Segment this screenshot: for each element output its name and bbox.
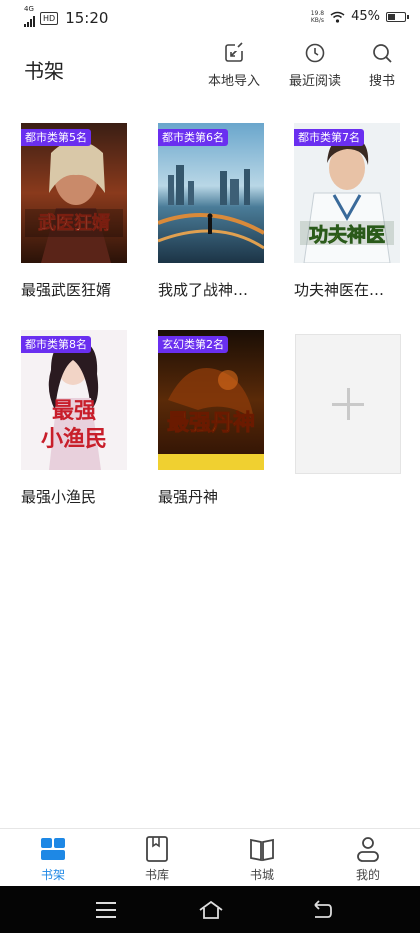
signal-icon — [24, 15, 35, 27]
battery-percent: 45% — [351, 9, 380, 24]
user-icon — [357, 837, 379, 862]
book-title[interactable]: 我成了战神… — [158, 279, 264, 300]
open-book-icon — [250, 838, 274, 862]
back-icon[interactable] — [310, 898, 334, 922]
battery-icon — [386, 11, 409, 22]
add-book-button[interactable] — [295, 334, 401, 474]
network-type: 4G — [24, 5, 34, 13]
tab-label: 我的 — [355, 868, 380, 882]
home-icon[interactable] — [197, 898, 225, 922]
wifi-icon — [330, 11, 345, 23]
book-cover[interactable]: 最强丹神 玄幻类第2名 — [158, 330, 264, 470]
book-cover[interactable]: 武医狂婿 都市类第5名 — [21, 123, 127, 263]
book-cover[interactable]: 功夫神医 都市类第7名 — [294, 123, 400, 263]
book-cover[interactable]: 最强 小渔民 都市类第8名 — [21, 330, 127, 470]
rank-badge: 都市类第5名 — [21, 129, 91, 146]
network-indicator: 4G — [24, 5, 35, 27]
clock-icon — [305, 43, 325, 63]
local-import-label: 本地导入 — [208, 74, 261, 89]
book-item[interactable]: 都市类第6名 我成了战神… — [158, 123, 264, 300]
tab-library[interactable]: 书库 — [127, 835, 187, 883]
system-nav-bar — [0, 886, 420, 933]
book-title[interactable]: 最强武医狂婿 — [21, 279, 127, 300]
rank-badge: 玄幻类第2名 — [158, 336, 228, 353]
book-item[interactable]: 武医狂婿 都市类第5名 最强武医狂婿 — [21, 123, 127, 300]
tab-bookshelf[interactable]: 书架 — [23, 835, 83, 883]
book-title[interactable]: 最强丹神 — [158, 486, 264, 507]
cover-title-top: 最强 — [52, 399, 96, 424]
battery-level — [388, 13, 396, 20]
status-left: 4G HD 15:20 — [24, 5, 109, 27]
cover-title: 武医狂婿 — [38, 212, 110, 234]
status-right: 19.8 KB/s 45% — [311, 9, 409, 24]
book-item[interactable]: 最强 小渔民 都市类第8名 最强小渔民 — [21, 330, 127, 507]
search-icon — [373, 44, 392, 63]
speed-value: 19.8 — [310, 9, 325, 17]
recent-reading-label: 最近阅读 — [289, 74, 342, 89]
hd-badge: HD — [40, 11, 59, 25]
search-books-label: 搜书 — [369, 74, 396, 89]
book-item[interactable]: 功夫神医 都市类第7名 功夫神医在… — [294, 123, 400, 300]
tab-label: 书库 — [144, 868, 169, 882]
speed-unit: KB/s — [310, 16, 325, 24]
tab-bookstore[interactable]: 书城 — [232, 835, 292, 883]
network-speed: 19.8 KB/s — [311, 10, 324, 24]
book-icon — [146, 836, 168, 862]
import-icon — [225, 42, 244, 62]
clock-time: 15:20 — [65, 9, 109, 27]
menu-icon[interactable] — [94, 898, 118, 922]
book-item[interactable]: 最强丹神 玄幻类第2名 最强丹神 — [158, 330, 264, 507]
header: 书架 本地导入 最近阅读 搜书 — [0, 34, 420, 100]
cover-title: 功夫神医 — [309, 223, 385, 246]
rank-badge: 都市类第7名 — [294, 129, 364, 146]
bottom-tab-bar: 书架 书库 书城 我的 — [0, 828, 420, 887]
recent-reading-button[interactable]: 最近阅读 — [289, 42, 341, 89]
rank-badge: 都市类第8名 — [21, 336, 91, 353]
tab-label: 书城 — [249, 868, 274, 882]
book-title[interactable]: 功夫神医在… — [294, 279, 400, 300]
local-import-button[interactable]: 本地导入 — [208, 42, 260, 89]
book-cover[interactable]: 都市类第6名 — [158, 123, 264, 263]
bookshelf-icon — [41, 838, 65, 860]
book-title[interactable]: 最强小渔民 — [21, 486, 127, 507]
status-bar: 4G HD 15:20 19.8 KB/s 45% — [0, 0, 420, 34]
cover-title: 最强丹神 — [167, 410, 255, 436]
page-title: 书架 — [24, 59, 64, 83]
rank-badge: 都市类第6名 — [158, 129, 228, 146]
search-books-button[interactable]: 搜书 — [369, 42, 395, 89]
tab-profile[interactable]: 我的 — [338, 835, 398, 883]
tab-label: 书架 — [40, 868, 65, 882]
cover-title-bottom: 小渔民 — [41, 426, 107, 452]
plus-icon-vertical — [347, 388, 350, 420]
